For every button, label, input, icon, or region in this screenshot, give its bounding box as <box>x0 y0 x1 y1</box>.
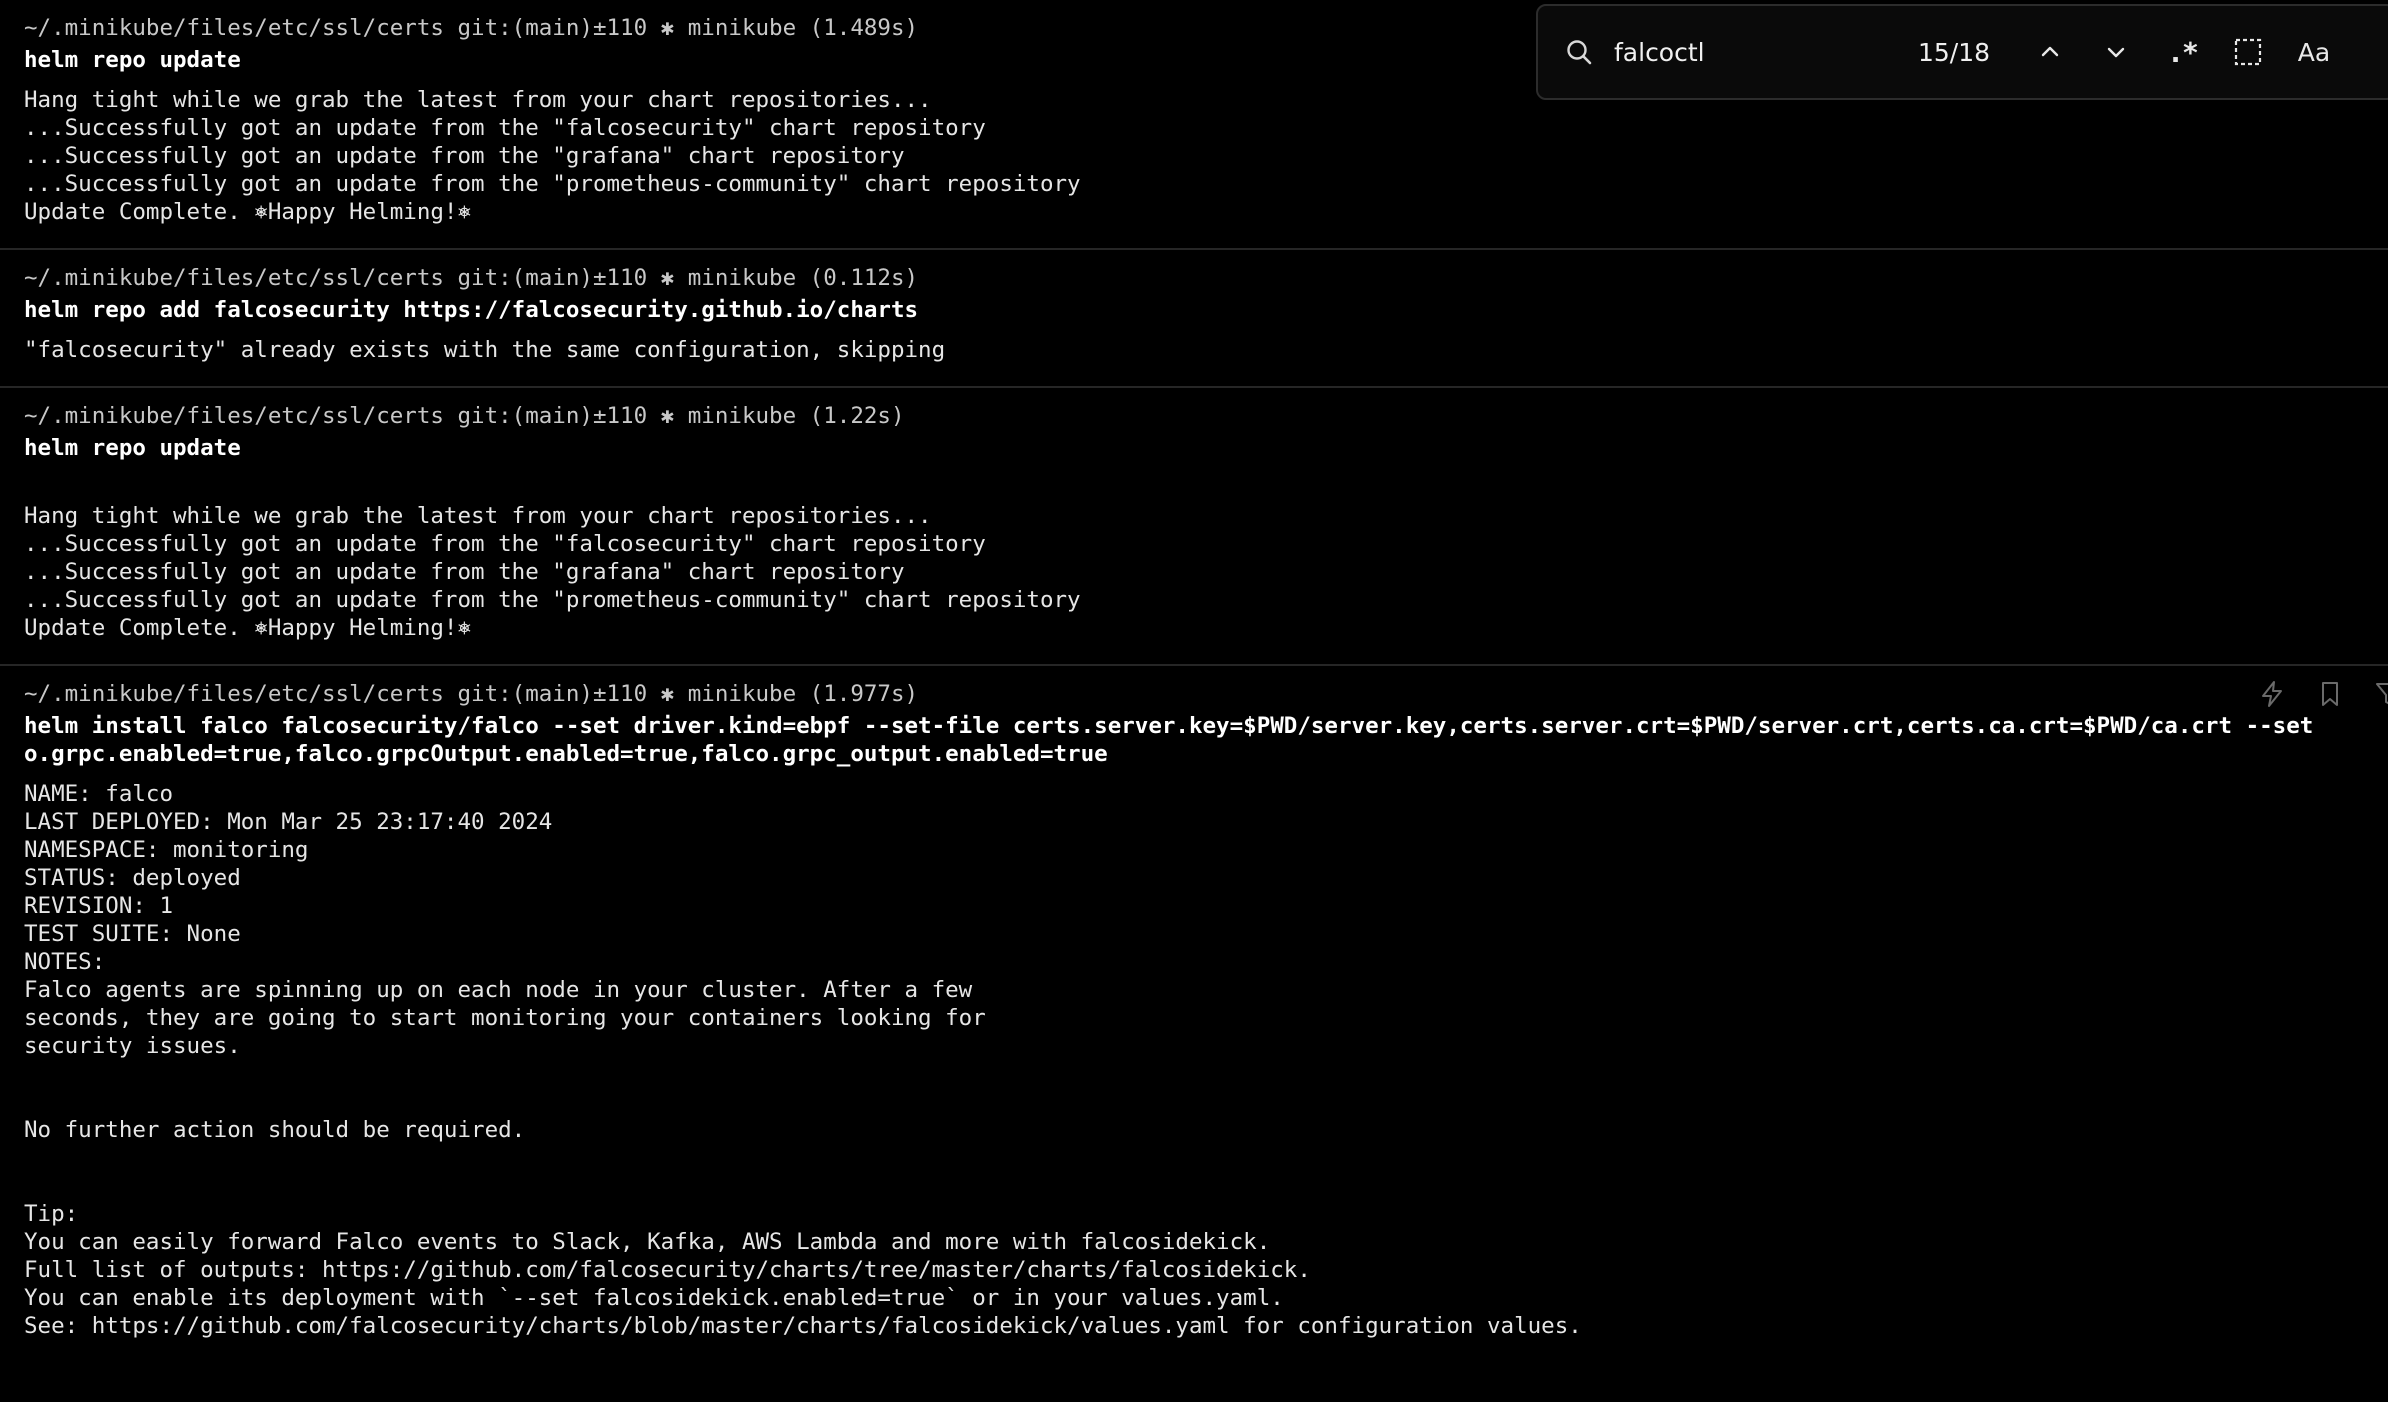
command-output: NAME: falco LAST DEPLOYED: Mon Mar 25 23:… <box>24 780 2388 1340</box>
bookmark-icon[interactable] <box>2316 680 2344 708</box>
output-line: Hang tight while we grab the latest from… <box>24 503 932 529</box>
find-bar: 15/18 .* Aa <box>1536 4 2388 100</box>
command-block[interactable]: ~/.minikube/files/etc/ssl/certs git:(mai… <box>0 250 2388 388</box>
output-line: Full list of outputs: https://github.com… <box>24 1257 1311 1283</box>
output-line: ...Successfully got an update from the "… <box>24 171 1081 197</box>
output-line: Update Complete. ⎈Happy Helming!⎈ <box>24 199 472 225</box>
find-input[interactable] <box>1612 36 1906 68</box>
block-actions <box>2258 680 2388 708</box>
output-line: See: https://github.com/falcosecurity/ch… <box>24 1313 1582 1339</box>
prompt-line: ~/.minikube/files/etc/ssl/certs git:(mai… <box>24 265 919 291</box>
output-line: REVISION: 1 <box>24 893 174 919</box>
command-text: helm install falco falcosecurity/falco -… <box>24 713 2314 767</box>
case-icon: Aa <box>2297 37 2331 67</box>
terminal-output[interactable]: ~/.minikube/files/etc/ssl/certs git:(mai… <box>0 0 2388 1402</box>
output-line: TEST SUITE: None <box>24 921 241 947</box>
output-line: STATUS: deployed <box>24 865 241 891</box>
previous-match-button[interactable] <box>2026 28 2074 76</box>
output-line: ...Successfully got an update from the "… <box>24 115 986 141</box>
command-output: "falcosecurity" already exists with the … <box>24 336 2388 364</box>
regex-icon: .* <box>2167 35 2199 69</box>
output-line: NAME: falco <box>24 781 174 807</box>
search-icon <box>1564 37 1594 67</box>
selection-scope-button[interactable] <box>2224 28 2272 76</box>
case-sensitive-button[interactable]: Aa <box>2290 28 2338 76</box>
prompt-line: ~/.minikube/files/etc/ssl/certs git:(mai… <box>24 403 905 429</box>
output-line: Tip: <box>24 1201 79 1227</box>
output-line: "falcosecurity" already exists with the … <box>24 337 946 363</box>
prompt-line: ~/.minikube/files/etc/ssl/certs git:(mai… <box>24 681 919 707</box>
output-line: No further action should be required. <box>24 1117 526 1143</box>
output-line: NAMESPACE: monitoring <box>24 837 309 863</box>
command-block[interactable]: ~/.minikube/files/etc/ssl/certs git:(mai… <box>0 666 2388 1362</box>
command-output: Hang tight while we grab the latest from… <box>24 86 2388 226</box>
selection-icon <box>2234 38 2262 66</box>
lightning-icon[interactable] <box>2258 680 2286 708</box>
output-line: ...Successfully got an update from the "… <box>24 143 905 169</box>
regex-toggle-button[interactable]: .* <box>2158 28 2206 76</box>
output-line: ...Successfully got an update from the "… <box>24 531 986 557</box>
command-text: helm repo add falcosecurity https://falc… <box>24 297 919 323</box>
output-line: Falco agents are spinning up on each nod… <box>24 977 973 1003</box>
match-count: 15/18 <box>1918 37 1991 67</box>
chevron-down-icon <box>2107 47 2125 58</box>
output-line: NOTES: <box>24 949 106 975</box>
output-line: LAST DEPLOYED: Mon Mar 25 23:17:40 2024 <box>24 809 553 835</box>
command-block[interactable]: ~/.minikube/files/etc/ssl/certs git:(mai… <box>0 388 2388 666</box>
output-line: You can enable its deployment with `--se… <box>24 1285 1284 1311</box>
next-match-button[interactable] <box>2092 28 2140 76</box>
filter-icon[interactable] <box>2374 680 2388 708</box>
output-line: Update Complete. ⎈Happy Helming!⎈ <box>24 615 472 641</box>
output-line: ...Successfully got an update from the "… <box>24 587 1081 613</box>
command-output: Hang tight while we grab the latest from… <box>24 474 2388 642</box>
output-line: seconds, they are going to start monitor… <box>24 1005 986 1031</box>
output-line: security issues. <box>24 1033 241 1059</box>
command-text: helm repo update <box>24 435 241 461</box>
chevron-up-icon <box>2041 46 2059 57</box>
output-line: You can easily forward Falco events to S… <box>24 1229 1271 1255</box>
output-line: ...Successfully got an update from the "… <box>24 559 905 585</box>
